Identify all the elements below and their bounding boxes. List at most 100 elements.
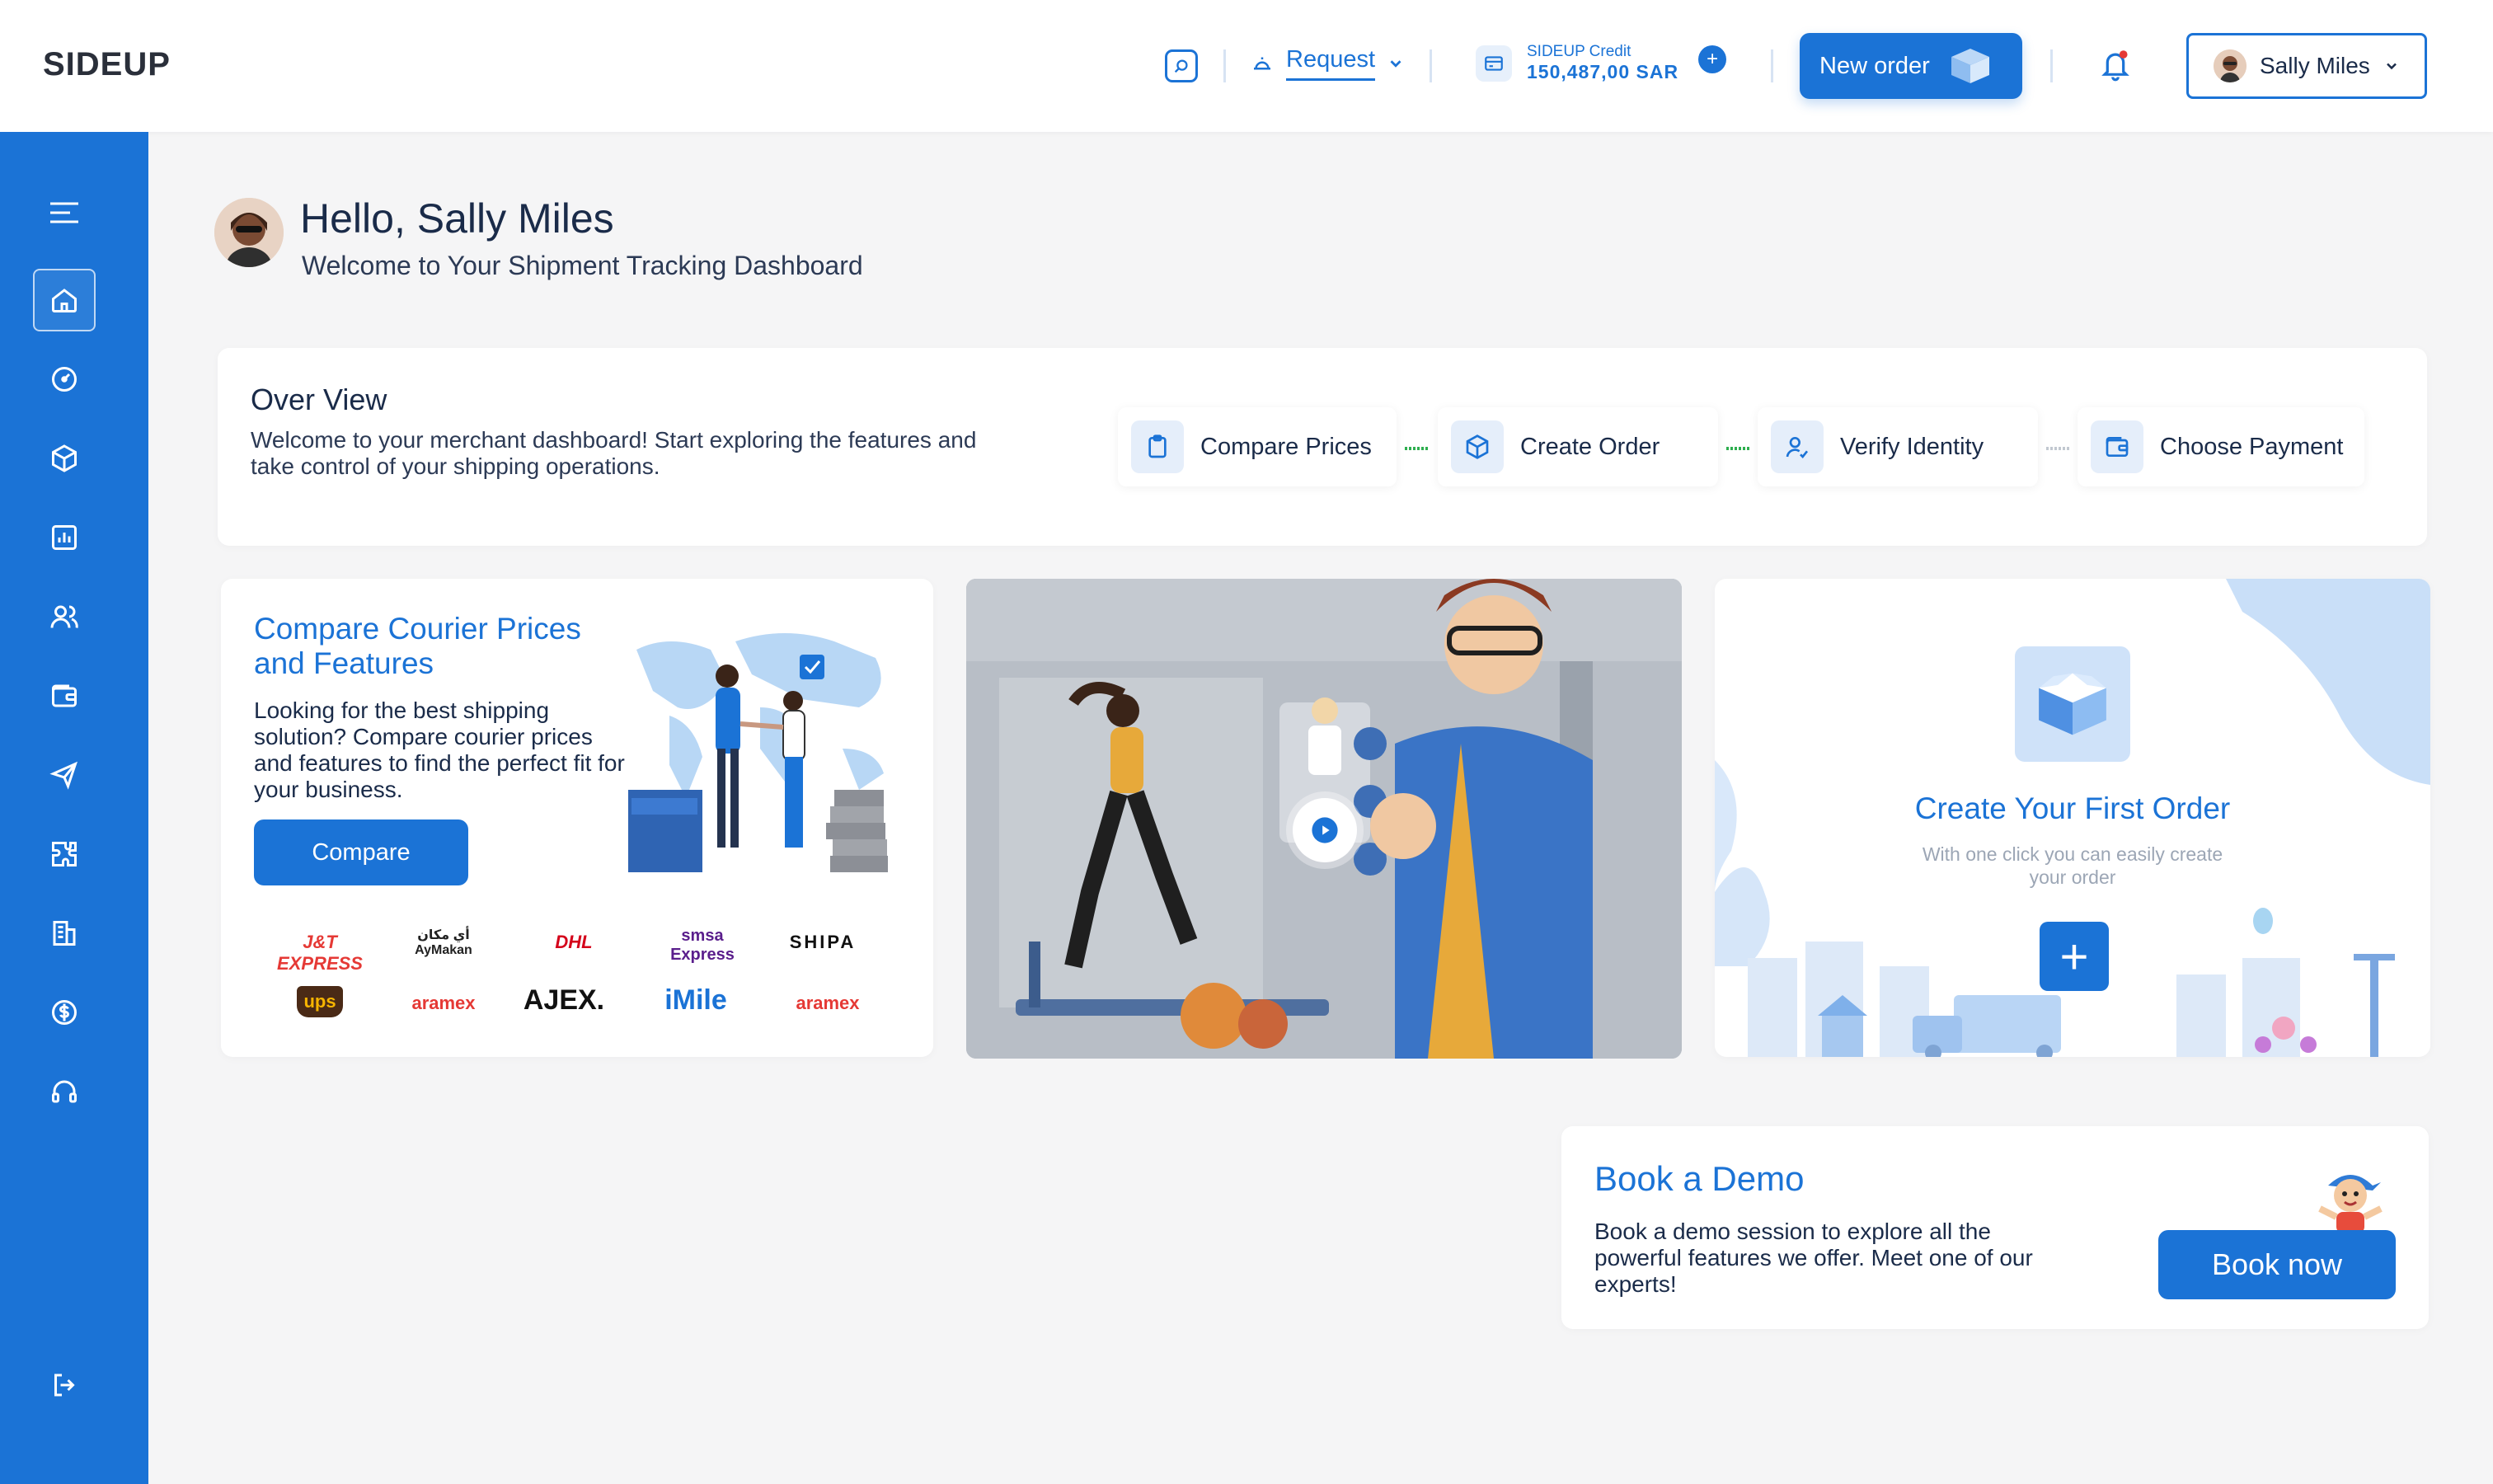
support-icon <box>52 1080 77 1103</box>
user-name: Sally Miles <box>2260 53 2370 78</box>
step-choose-payment[interactable]: Choose Payment <box>2078 407 2364 486</box>
courier-logo-text: ups <box>297 986 343 1017</box>
play-icon <box>1312 817 1338 843</box>
sidebar-item-tracking[interactable] <box>33 348 96 411</box>
courier-logo: aramex <box>411 993 476 1013</box>
mascot-illustration <box>2318 1175 2383 1233</box>
box-icon <box>1951 49 1989 83</box>
new-order-label: New order <box>1819 52 1930 79</box>
home-icon <box>52 289 77 312</box>
courier-logo: iMile <box>664 984 727 1016</box>
credit-label: SIDEUP Credit <box>1527 43 1631 60</box>
step-create-order[interactable]: Create Order <box>1438 407 1718 486</box>
box-icon <box>2039 673 2106 735</box>
book-demo-card: Book a Demo Book a demo session to explo… <box>1561 1126 2429 1329</box>
step-compare-prices[interactable]: Compare Prices <box>1118 407 1397 486</box>
header-divider <box>1771 49 1773 82</box>
app-logo[interactable]: SIDEUP <box>43 46 171 83</box>
chevron-down-icon <box>1390 60 1401 68</box>
sidebar <box>0 132 148 1484</box>
compare-title: Compare Courier Prices and Features <box>254 612 581 680</box>
header-divider <box>1430 49 1432 82</box>
sidebar-item-orders[interactable] <box>33 427 96 490</box>
avatar <box>2214 49 2247 82</box>
send-icon <box>49 761 77 790</box>
courier-logo: AJEX. <box>523 984 605 1016</box>
credit-widget: SIDEUP Credit 150,487,00 SAR + <box>1476 43 1727 83</box>
add-credit-button[interactable]: + <box>1698 45 1727 73</box>
create-order-button[interactable]: + <box>2040 922 2109 991</box>
wallet-icon <box>52 684 77 707</box>
header-divider <box>1223 49 1226 82</box>
step-connector <box>1726 447 1751 450</box>
intro-video[interactable] <box>966 579 1682 1059</box>
create-order-card: Create Your First Order With one click y… <box>1715 579 2430 1057</box>
delivery-bell-icon <box>1254 57 1270 70</box>
courier-logo: J&T EXPRESS <box>277 932 363 974</box>
compare-button[interactable]: Compare <box>254 819 468 885</box>
search-button[interactable] <box>1165 49 1198 82</box>
package-icon <box>1451 420 1504 473</box>
top-header: SIDEUP Request SIDEUP Credit 150,487,00 … <box>0 0 2493 132</box>
sidebar-item-company[interactable] <box>33 902 96 965</box>
create-order-title: Create Your First Order <box>1914 791 2231 825</box>
logout-icon <box>54 1374 75 1397</box>
sidebar-item-users[interactable] <box>33 585 96 648</box>
courier-logo: smsa Express <box>670 927 735 964</box>
search-icon <box>1174 59 1188 73</box>
bell-icon <box>2101 50 2129 82</box>
step-label: Verify Identity <box>1840 433 1984 460</box>
wallet-icon <box>2091 420 2143 473</box>
sidebar-item-support[interactable] <box>33 1060 96 1123</box>
step-label: Compare Prices <box>1200 433 1372 460</box>
greeting-avatar <box>214 198 284 267</box>
sidebar-item-integrations[interactable] <box>33 823 96 885</box>
header-divider <box>2050 49 2053 82</box>
book-now-button[interactable]: Book now <box>2158 1230 2396 1299</box>
sidebar-toggle[interactable] <box>33 181 96 244</box>
page-subtitle: Welcome to Your Shipment Tracking Dashbo… <box>302 251 863 280</box>
user-menu[interactable]: Sally Miles <box>2186 33 2427 99</box>
page-title: Hello, Sally Miles <box>300 195 614 242</box>
clipboard-icon <box>1131 420 1184 473</box>
overview-title: Over View <box>251 383 387 416</box>
step-label: Create Order <box>1520 433 1660 460</box>
sidebar-item-wallet[interactable] <box>33 665 96 727</box>
menu-icon <box>50 202 78 223</box>
new-order-button[interactable]: New order <box>1800 33 2022 99</box>
credit-card-icon <box>1476 45 1512 82</box>
users-icon <box>50 605 78 628</box>
sidebar-item-billing[interactable] <box>33 981 96 1044</box>
notifications-button[interactable] <box>2099 48 2132 87</box>
step-label: Choose Payment <box>2160 433 2344 460</box>
building-icon <box>53 921 76 946</box>
book-demo-description: Book a demo session to explore all the p… <box>1594 1219 2033 1297</box>
courier-logo: aramex <box>796 993 860 1013</box>
play-button[interactable] <box>1293 798 1357 862</box>
box-icon-tile <box>2015 646 2130 762</box>
book-demo-title: Book a Demo <box>1594 1159 1805 1198</box>
step-connector <box>2046 447 2071 450</box>
overview-description: Welcome to your merchant dashboard! Star… <box>251 427 977 479</box>
step-connector <box>1405 447 1430 450</box>
step-verify-identity[interactable]: Verify Identity <box>1758 407 2038 486</box>
chevron-down-icon <box>2386 63 2397 70</box>
compare-description: Looking for the best shipping solution? … <box>254 697 625 802</box>
courier-logo: SHIPA <box>789 932 857 952</box>
sidebar-item-logout[interactable] <box>33 1354 96 1416</box>
courier-logo: DHL <box>555 932 593 952</box>
request-label: Request <box>1286 46 1376 81</box>
dashboard-gauge-icon <box>52 367 77 392</box>
billing-icon <box>52 1000 77 1025</box>
overview-card: Over View Welcome to your merchant dashb… <box>218 348 2427 546</box>
sidebar-item-home[interactable] <box>33 269 96 331</box>
user-check-icon <box>1771 420 1824 473</box>
plus-icon: + <box>1707 47 1719 70</box>
sidebar-item-campaigns[interactable] <box>33 744 96 806</box>
reports-icon <box>52 525 77 550</box>
credit-value: 150,487,00 SAR <box>1527 61 1679 82</box>
compare-card: Compare Courier Prices and Features Look… <box>221 579 933 1057</box>
request-dropdown[interactable]: Request <box>1250 46 1405 81</box>
courier-logo: ups <box>261 986 379 1017</box>
sidebar-item-reports[interactable] <box>33 506 96 569</box>
